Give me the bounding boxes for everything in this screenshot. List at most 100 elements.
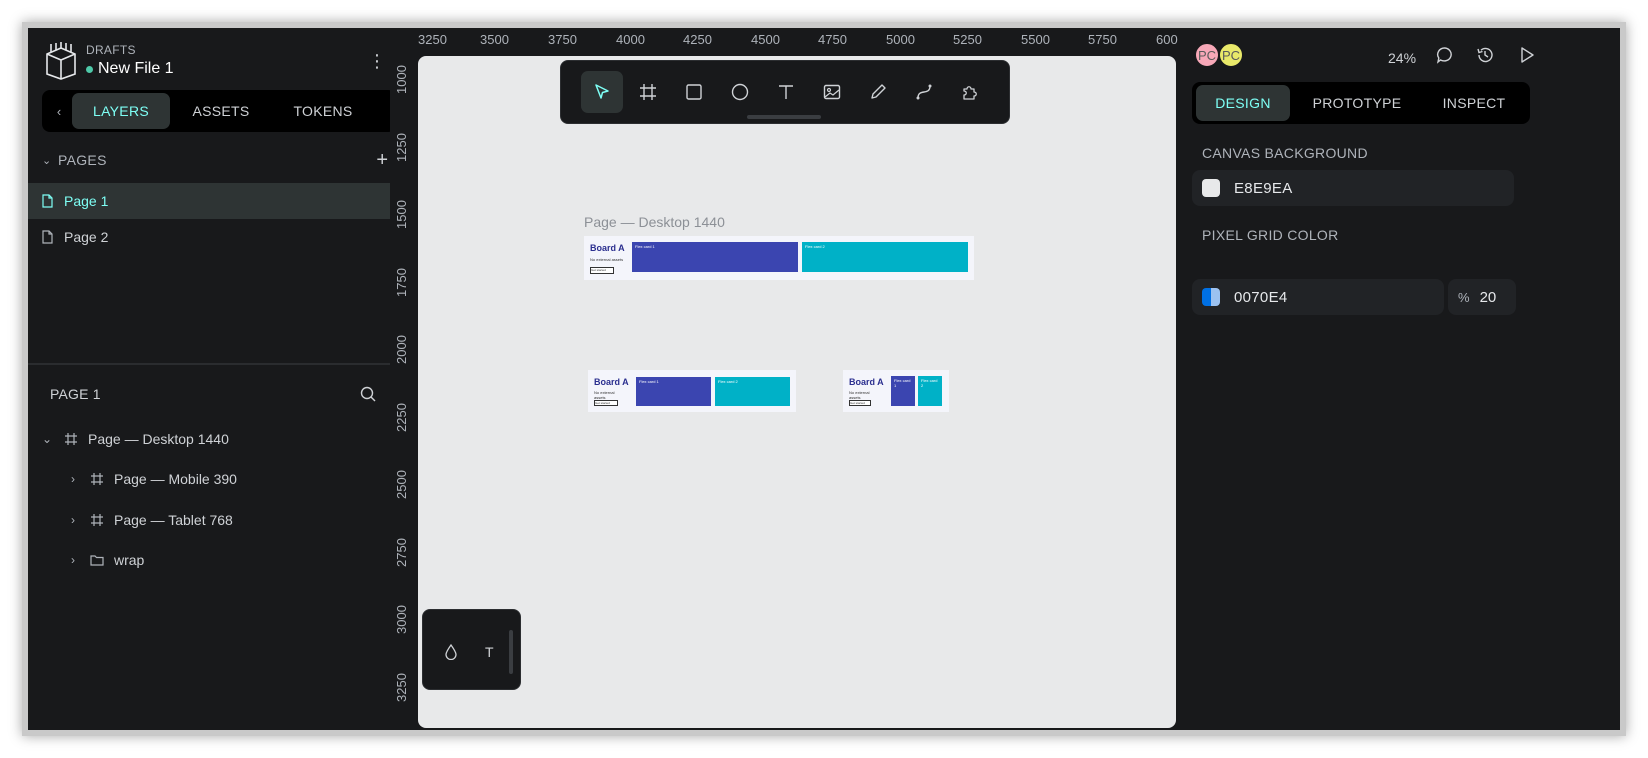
tablet-board[interactable]: Board A No external assets Get started F… xyxy=(588,370,796,412)
ruler-tick-label: 5000 xyxy=(886,32,915,47)
percent-symbol: % xyxy=(1458,289,1470,305)
layer-item[interactable]: › Page — Tablet 768 xyxy=(66,509,233,531)
ruler-tick-label: 2250 xyxy=(394,403,409,432)
back-arrow-icon[interactable]: ‹ xyxy=(46,104,72,119)
collapse-pages-icon[interactable]: ⌄ xyxy=(42,154,58,167)
right-tabs: DESIGN PROTOTYPE INSPECT xyxy=(1192,82,1530,124)
tab-inspect[interactable]: INSPECT xyxy=(1424,85,1524,121)
app-window: DRAFTS New File 1 ⋮ ‹ LAYERS ASSETS TOKE… xyxy=(28,28,1620,730)
mobile-board[interactable]: Board A No external assets Get started F… xyxy=(843,370,949,412)
layer-item[interactable]: › wrap xyxy=(66,549,144,571)
board-icon xyxy=(640,84,656,100)
pixel-grid-color-title: PIXEL GRID COLOR xyxy=(1202,227,1339,243)
text-palette-icon[interactable]: T xyxy=(485,644,494,660)
tab-layers[interactable]: LAYERS xyxy=(72,93,170,129)
board-icon xyxy=(91,473,103,485)
pencil-icon xyxy=(871,84,886,99)
text-tool-button[interactable] xyxy=(765,71,807,113)
desktop-board[interactable]: Board A No external assets Get started F… xyxy=(584,236,974,280)
flex-card-2[interactable]: Flex card 2 xyxy=(918,376,942,406)
flex-card-2[interactable]: Flex card 2 xyxy=(802,242,968,272)
ruler-tick-label: 1500 xyxy=(394,200,409,229)
pencil-tool-button[interactable] xyxy=(857,71,899,113)
text-icon xyxy=(779,85,793,99)
page-item-page-1[interactable]: Page 1 xyxy=(28,183,390,219)
layer-label: Page — Mobile 390 xyxy=(114,471,237,487)
board-icon xyxy=(65,433,77,445)
expand-layer-icon[interactable]: › xyxy=(66,472,80,486)
ellipse-icon xyxy=(731,83,749,101)
zoom-level[interactable]: 24% xyxy=(1388,50,1416,66)
page-label: Page 2 xyxy=(64,229,109,245)
color-palette-icon[interactable] xyxy=(445,644,457,660)
ruler-tick-label: 4750 xyxy=(818,32,847,47)
plugins-tool-button[interactable] xyxy=(949,71,991,113)
layers-header: PAGE 1 xyxy=(50,384,376,404)
flex-card-2[interactable]: Flex card 2 xyxy=(715,377,790,406)
canvas-background-swatch[interactable] xyxy=(1202,179,1220,197)
page-item-page-2[interactable]: Page 2 xyxy=(28,219,390,255)
page-label: Page 1 xyxy=(64,193,109,209)
rectangle-tool-button[interactable] xyxy=(673,71,715,113)
pixel-grid-color-value[interactable]: 0070E4 xyxy=(1234,289,1288,306)
expand-layer-icon[interactable]: › xyxy=(66,513,80,527)
left-tabs: ‹ LAYERS ASSETS TOKENS xyxy=(42,90,396,132)
board-title: Board A xyxy=(590,243,625,253)
pixel-grid-opacity-field[interactable]: % 20 xyxy=(1448,279,1516,315)
horizontal-ruler: 3250 3500 3750 4000 4250 4500 4750 5000 … xyxy=(418,28,1185,54)
canvas-background-title: CANVAS BACKGROUND xyxy=(1202,145,1368,161)
flex-card-1[interactable]: Flex card 1 xyxy=(891,376,915,406)
board-cta-button[interactable]: Get started xyxy=(590,267,614,274)
design-canvas[interactable]: Page — Desktop 1440 Board A No external … xyxy=(418,56,1176,728)
layer-item[interactable]: › Page — Mobile 390 xyxy=(66,468,237,490)
ruler-tick-label: 2000 xyxy=(394,335,409,364)
board-cta-button[interactable]: Get started xyxy=(849,400,871,406)
move-tool-button[interactable] xyxy=(581,71,623,113)
history-icon[interactable] xyxy=(1476,46,1494,64)
flex-card-1[interactable]: Flex card 1 xyxy=(636,377,711,406)
layer-item[interactable]: ⌄ Page — Desktop 1440 xyxy=(40,428,229,450)
board-cta-button[interactable]: Get started xyxy=(594,400,618,406)
breadcrumb[interactable]: DRAFTS xyxy=(86,43,136,57)
saved-status-dot xyxy=(86,65,93,73)
app-logo-icon[interactable] xyxy=(44,42,78,80)
image-tool-button[interactable] xyxy=(811,71,853,113)
layer-label: wrap xyxy=(114,552,145,568)
file-name[interactable]: New File 1 xyxy=(86,60,174,78)
tab-assets[interactable]: ASSETS xyxy=(170,93,272,129)
palette-resize-handle[interactable] xyxy=(509,630,513,674)
ruler-tick-label: 1750 xyxy=(394,268,409,297)
layer-label: Page — Desktop 1440 xyxy=(88,431,229,447)
play-icon[interactable] xyxy=(1518,46,1536,64)
canvas-background-field[interactable]: E8E9EA xyxy=(1192,170,1514,206)
tab-tokens[interactable]: TOKENS xyxy=(272,93,374,129)
search-icon[interactable] xyxy=(360,386,376,402)
user-avatar[interactable]: PC xyxy=(1218,42,1244,68)
comments-icon[interactable] xyxy=(1436,46,1454,64)
canvas-background-value[interactable]: E8E9EA xyxy=(1234,180,1293,197)
user-avatar[interactable]: PC xyxy=(1194,42,1220,68)
collapse-layer-icon[interactable]: ⌄ xyxy=(40,432,54,446)
pixel-grid-opacity-value[interactable]: 20 xyxy=(1480,289,1497,306)
ellipse-tool-button[interactable] xyxy=(719,71,761,113)
tab-design[interactable]: DESIGN xyxy=(1196,85,1290,121)
file-name-label: New File 1 xyxy=(98,60,174,77)
ruler-tick-label: 5750 xyxy=(1088,32,1117,47)
ruler-tick-label: 3500 xyxy=(480,32,509,47)
flex-card-1[interactable]: Flex card 1 xyxy=(632,242,798,272)
board-name-label[interactable]: Page — Desktop 1440 xyxy=(584,214,725,230)
board-tool-button[interactable] xyxy=(627,71,669,113)
ruler-tick-label: 3750 xyxy=(548,32,577,47)
path-icon xyxy=(916,84,932,100)
tab-prototype[interactable]: PROTOTYPE xyxy=(1290,85,1424,121)
toolbar-drag-handle[interactable] xyxy=(747,115,821,119)
pixel-grid-color-swatch[interactable] xyxy=(1202,288,1220,306)
pixel-grid-color-field[interactable]: 0070E4 xyxy=(1192,279,1444,315)
more-options-icon[interactable]: ⋮ xyxy=(368,52,386,70)
add-page-icon[interactable]: + xyxy=(376,150,388,170)
path-tool-button[interactable] xyxy=(903,71,945,113)
ruler-tick-label: 3250 xyxy=(418,32,447,47)
expand-layer-icon[interactable]: › xyxy=(66,553,80,567)
ruler-tick-label: 4000 xyxy=(616,32,645,47)
sidebar-divider[interactable] xyxy=(28,363,390,365)
